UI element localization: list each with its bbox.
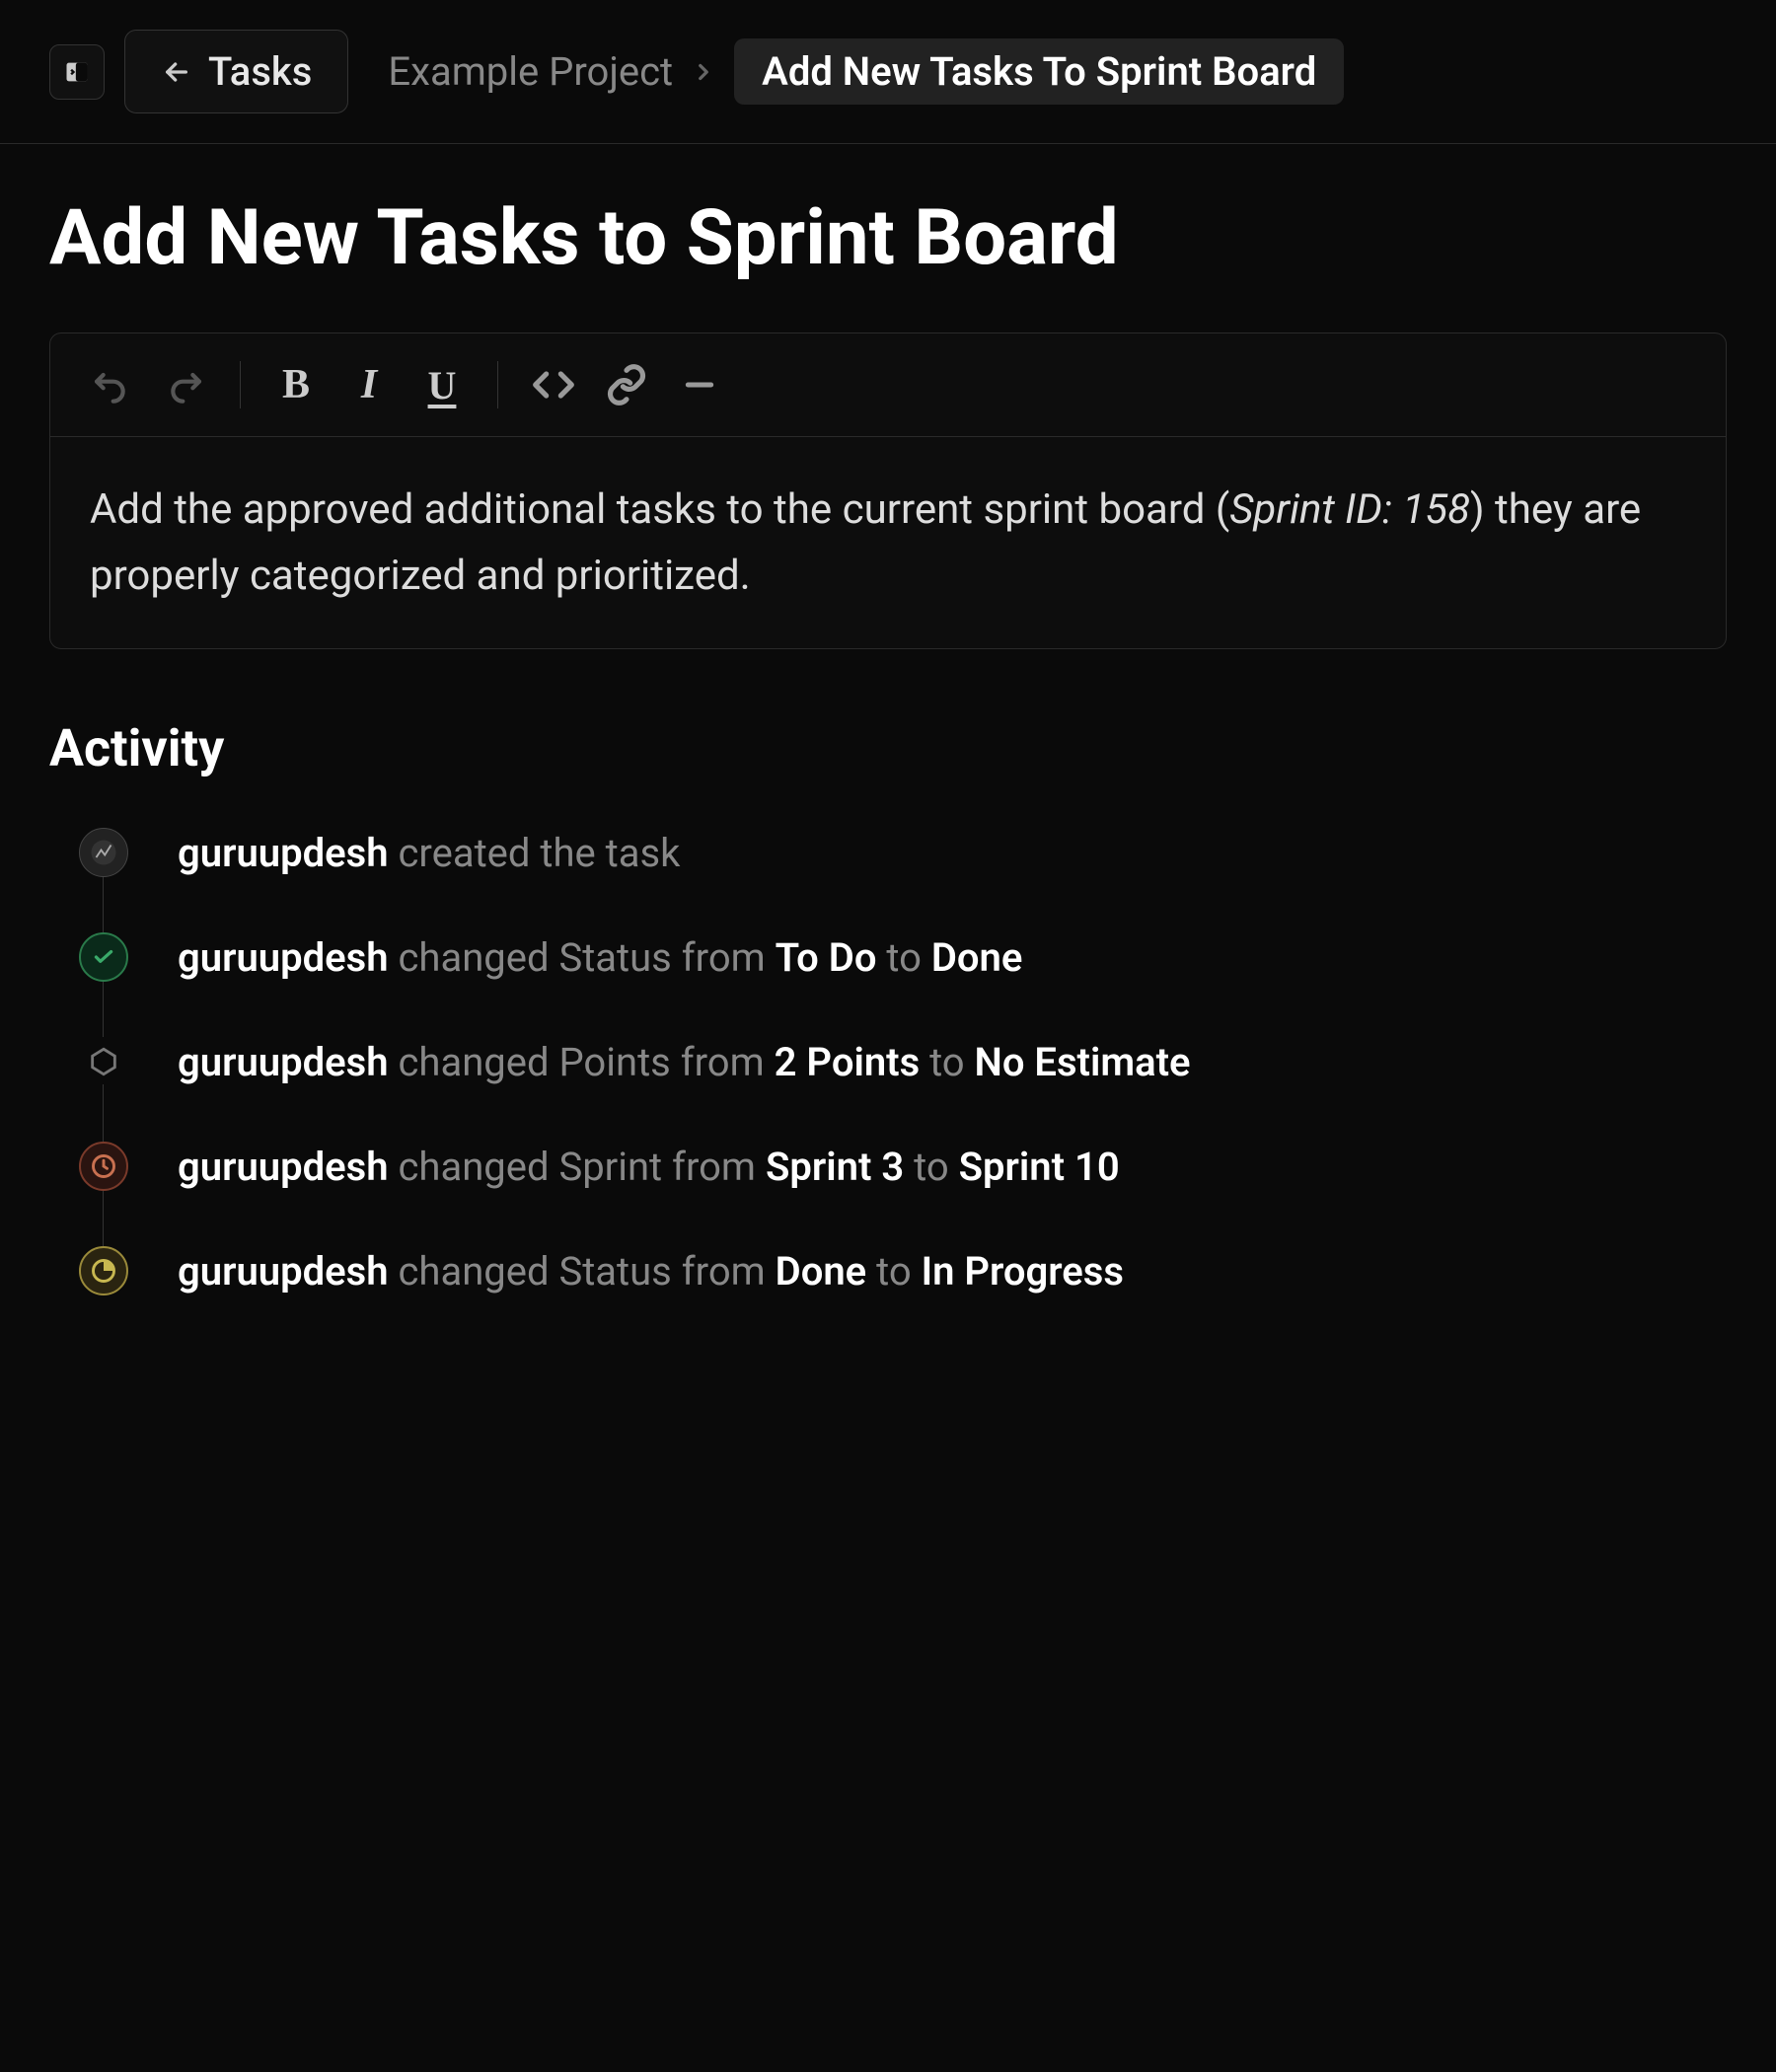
activity-item: guruupdesh changed Status from To Do to … [79,932,1727,982]
back-button[interactable]: Tasks [124,30,348,113]
editor-toolbar: B I U [50,333,1726,437]
activity-to: In Progress [922,1248,1124,1295]
sidebar-toggle-button[interactable] [49,44,105,100]
prog-icon [79,1246,128,1295]
activity-text: guruupdesh changed Status from To Do to … [178,934,1022,981]
main-content: Add New Tasks to Sprint Board B I U [0,144,1776,1400]
code-icon [532,363,575,407]
activity-to-word: to [876,934,930,981]
activity-action: created the task [398,830,680,876]
undo-icon [92,365,131,405]
bold-button[interactable]: B [264,357,328,412]
link-icon [605,363,648,407]
italic-button[interactable]: I [337,357,401,412]
redo-button[interactable] [153,357,216,412]
italic-icon: I [361,361,377,408]
minus-icon [680,365,719,405]
activity-heading: Activity [49,718,1727,778]
page-title: Add New Tasks to Sprint Board [49,193,1727,283]
activity-user: guruupdesh [178,830,389,876]
chevron-right-icon [691,48,716,95]
breadcrumb-current: Add New Tasks To Sprint Board [734,38,1344,105]
activity-to-word: to [920,1039,974,1085]
code-button[interactable] [522,357,585,412]
activity-text: guruupdesh changed Status from Done to I… [178,1248,1124,1295]
activity-from: 2 Points [775,1039,921,1085]
redo-icon [165,365,204,405]
activity-text: guruupdesh changed Points from 2 Points … [178,1039,1191,1085]
activity-action: changed Sprint from [398,1144,765,1190]
breadcrumb-project[interactable]: Example Project [388,48,673,95]
arrow-left-icon [161,56,192,88]
description-text[interactable]: Add the approved additional tasks to the… [50,437,1726,648]
activity-to-word: to [904,1144,958,1190]
panel-toggle-icon [63,58,91,86]
bold-icon: B [282,361,310,408]
clock-icon [79,1142,128,1191]
activity-item: guruupdesh changed Sprint from Sprint 3 … [79,1142,1727,1191]
activity-to-word: to [866,1248,921,1295]
breadcrumb: Example Project Add New Tasks To Sprint … [388,38,1344,105]
activity-user: guruupdesh [178,1248,389,1295]
link-button[interactable] [595,357,658,412]
hex-icon [79,1037,128,1086]
activity-connector [103,875,104,932]
avatar-icon [79,828,128,877]
description-italic: Sprint ID: 158 [1229,485,1470,534]
activity-from: Done [776,1248,867,1295]
header: Tasks Example Project Add New Tasks To S… [0,0,1776,144]
undo-button[interactable] [80,357,143,412]
activity-connector [103,980,104,1037]
activity-item: guruupdesh changed Points from 2 Points … [79,1037,1727,1086]
activity-action: changed Status from [398,1248,775,1295]
underline-button[interactable]: U [410,357,474,412]
activity-action: changed Status from [398,934,775,981]
check-icon [79,932,128,982]
activity-connector [103,1189,104,1246]
activity-to: No Estimate [975,1039,1191,1085]
activity-from: To Do [776,934,877,981]
activity-text: guruupdesh changed Sprint from Sprint 3 … [178,1144,1120,1190]
underline-icon: U [428,362,457,408]
activity-to: Done [931,934,1023,981]
activity-action: changed Points from [398,1039,774,1085]
description-prefix: Add the approved additional tasks to the… [90,485,1229,534]
activity-user: guruupdesh [178,934,389,981]
activity-item: guruupdesh changed Status from Done to I… [79,1246,1727,1295]
divider-button[interactable] [668,357,731,412]
activity-list: guruupdesh created the taskguruupdesh ch… [49,828,1727,1295]
toolbar-separator [497,361,498,408]
activity-text: guruupdesh created the task [178,830,680,876]
description-editor: B I U Add the approved additional tasks … [49,333,1727,649]
activity-user: guruupdesh [178,1144,389,1190]
activity-to: Sprint 10 [959,1144,1120,1190]
activity-user: guruupdesh [178,1039,389,1085]
activity-connector [103,1084,104,1142]
activity-from: Sprint 3 [766,1144,904,1190]
back-label: Tasks [208,48,312,95]
toolbar-separator [240,361,241,408]
activity-item: guruupdesh created the task [79,828,1727,877]
